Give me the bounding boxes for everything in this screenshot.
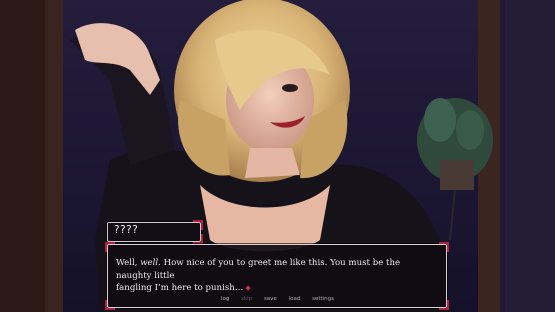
dialogue-corner-accent — [439, 242, 449, 252]
menu-load-button[interactable]: load — [289, 296, 301, 302]
dialogue-text-part: Well, — [116, 258, 141, 268]
menu-log-button[interactable]: log — [221, 296, 229, 302]
continue-indicator-icon[interactable]: ◆ — [245, 284, 250, 292]
namebox-corner-accent — [193, 234, 203, 244]
menu-skip-button[interactable]: skip — [241, 296, 252, 302]
dialogue-text-emphasis: well. — [140, 258, 161, 268]
quick-menu: log skip save load settings — [0, 296, 555, 308]
namebox-corner-accent — [193, 220, 203, 230]
speaker-namebox: ???? — [107, 220, 203, 244]
dialogue-text-part: fangling I’m here to punish… — [116, 283, 244, 293]
dialogue-text: Well, well. How nice of you to greet me … — [116, 257, 434, 295]
game-scene: ???? Well, well. How nice of you to gree… — [0, 0, 555, 312]
dialogue-corner-accent — [105, 242, 115, 252]
speaker-name: ???? — [114, 224, 139, 236]
menu-save-button[interactable]: save — [264, 296, 277, 302]
menu-settings-button[interactable]: settings — [312, 296, 334, 302]
